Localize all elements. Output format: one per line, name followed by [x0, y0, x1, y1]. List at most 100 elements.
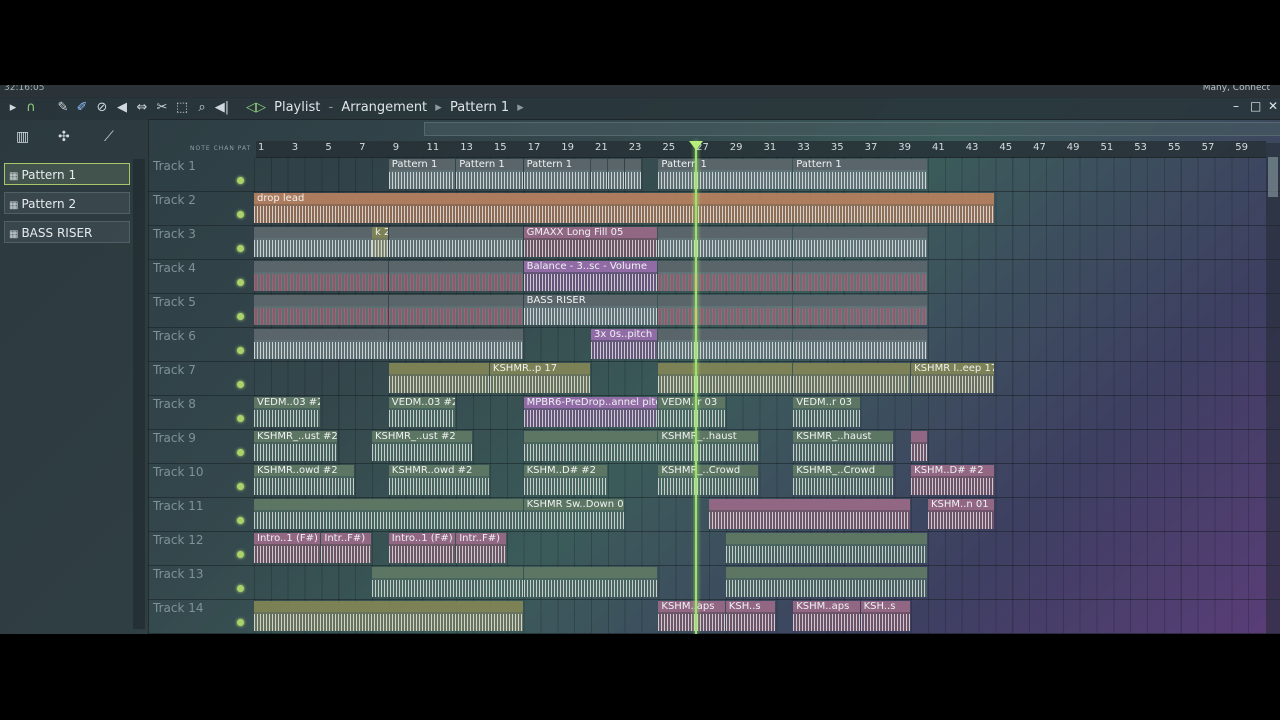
- playlist-clip[interactable]: [254, 227, 388, 257]
- track-label[interactable]: Track 1: [153, 159, 196, 173]
- playlist-clip[interactable]: KSHMR_..ust #2: [254, 431, 338, 461]
- playlist-clip[interactable]: KSHMR I..eep 17: [911, 363, 995, 393]
- track-enable-led[interactable]: [237, 381, 244, 388]
- playlist-clip[interactable]: [254, 295, 388, 325]
- track-enable-led[interactable]: [237, 177, 244, 184]
- song-overview[interactable]: [424, 122, 1280, 136]
- track-lane[interactable]: drop lead: [254, 191, 1264, 225]
- playlist-clip[interactable]: Intr..F#): [456, 533, 506, 563]
- playlist-clip[interactable]: [658, 363, 793, 393]
- track-enable-led[interactable]: [237, 415, 244, 422]
- scrollbar-thumb[interactable]: [1268, 157, 1278, 197]
- playlist-clip[interactable]: BASS RISER: [523, 295, 658, 325]
- pattern-arrow-icon[interactable]: ▸: [517, 100, 524, 115]
- track-lane[interactable]: BASS RISER: [254, 293, 1264, 327]
- playlist-clip[interactable]: [911, 431, 927, 461]
- playlist-clip[interactable]: KSHMR_..haust: [793, 431, 894, 461]
- slip-icon[interactable]: ⇔: [133, 99, 151, 117]
- track-lane[interactable]: Balance - 3..sc - Volume: [254, 259, 1264, 293]
- pattern-item-bass-riser[interactable]: ▦ BASS RISER: [4, 221, 130, 243]
- restore-button[interactable]: □: [1250, 99, 1261, 113]
- playlist-clip[interactable]: KSHMR Sw..Down 01: [523, 499, 624, 529]
- track-lane[interactable]: k 2 GMAXX Long Fill 05: [254, 225, 1264, 259]
- track-label[interactable]: Track 3: [153, 227, 196, 241]
- playlist-clip[interactable]: GMAXX Long Fill 05: [523, 227, 658, 257]
- playlist-clip[interactable]: VEDM..r 03: [658, 397, 725, 427]
- playlist-clip[interactable]: KSHM..D# #2: [911, 465, 995, 495]
- playlist-clip[interactable]: [725, 533, 927, 563]
- track-enable-led[interactable]: [237, 245, 244, 252]
- playlist-clip[interactable]: [607, 159, 624, 189]
- playlist-clip[interactable]: KSHMR..owd #2: [388, 465, 489, 495]
- playlist-clip[interactable]: KSHMR_..Crowd: [793, 465, 894, 495]
- playlist-clip[interactable]: [793, 329, 927, 359]
- track-lane[interactable]: KSHMR..owd #2 KSHMR..owd #2 KSHM..D# #2 KSH…: [254, 463, 1264, 497]
- track-lane[interactable]: KSHM..aps KSH..s KSHM..aps KSH..s: [254, 599, 1264, 633]
- title-pattern[interactable]: Pattern 1: [450, 100, 509, 115]
- track-lane[interactable]: KSHMR..p 17 KSHMR I..eep 17: [254, 361, 1264, 395]
- track-lane[interactable]: 3x 0s..pitch: [254, 327, 1264, 361]
- automation-icon[interactable]: ⟋: [104, 129, 114, 145]
- track-enable-led[interactable]: [237, 619, 244, 626]
- playlist-clip[interactable]: [725, 567, 927, 597]
- playlist-clip[interactable]: [523, 431, 658, 461]
- pattern-item-1[interactable]: ▦ Pattern 1: [4, 163, 130, 185]
- playhead-line[interactable]: [695, 141, 697, 634]
- playlist-clip[interactable]: [388, 329, 523, 359]
- playlist-clip[interactable]: KSHMR_..Crowd: [658, 465, 759, 495]
- picker-tabs[interactable]: NOTE CHAN PAT: [190, 145, 251, 152]
- slice-icon[interactable]: ✂: [153, 99, 171, 117]
- delete-icon[interactable]: ⊘: [93, 99, 111, 117]
- track-lane[interactable]: Pattern 1 Pattern 1 Pattern 1 Pattern 1 Patt…: [254, 157, 1264, 191]
- track-label[interactable]: Track 13: [153, 567, 203, 581]
- track-lane[interactable]: Intro..1 (F#) Intr..F#) Intro..1 (F#) Intr.…: [254, 531, 1264, 565]
- playlist-clip[interactable]: [658, 227, 793, 257]
- playlist-clip[interactable]: [254, 601, 523, 631]
- playlist-clip[interactable]: Pattern 1: [523, 159, 590, 189]
- playlist-clip[interactable]: [388, 295, 523, 325]
- playlist-clip[interactable]: [388, 261, 523, 291]
- playlist-clip[interactable]: [254, 261, 388, 291]
- playlist-clip[interactable]: MPBR6-PreDrop..annel pitch: [523, 397, 658, 427]
- playlist-clip[interactable]: VEDM..03 #2: [254, 397, 321, 427]
- playlist-clip[interactable]: KSH..s: [725, 601, 776, 631]
- playlist-clip[interactable]: Intr..F#): [321, 533, 371, 563]
- playlist-clip[interactable]: drop lead: [254, 193, 995, 223]
- select-icon[interactable]: ⬚: [173, 99, 191, 117]
- playlist-clip[interactable]: KSHMR..owd #2: [254, 465, 355, 495]
- track-label[interactable]: Track 7: [153, 363, 196, 377]
- track-enable-led[interactable]: [237, 483, 244, 490]
- audio-icon[interactable]: ✣: [58, 129, 70, 145]
- track-label[interactable]: Track 8: [153, 397, 196, 411]
- playlist-clip[interactable]: Pattern 1: [658, 159, 793, 189]
- piano-icon[interactable]: ▥: [16, 129, 29, 145]
- playlist-clip[interactable]: [388, 227, 523, 257]
- track-label[interactable]: Track 12: [153, 533, 203, 547]
- playlist-clip[interactable]: VEDM..r 03: [793, 397, 860, 427]
- track-enable-led[interactable]: [237, 449, 244, 456]
- playlist-clip[interactable]: [624, 159, 641, 189]
- playlist-clip[interactable]: Intro..1 (F#): [388, 533, 456, 563]
- track-enable-led[interactable]: [237, 585, 244, 592]
- track-lane[interactable]: KSHMR Sw..Down 01 KSHM..n 01: [254, 497, 1264, 531]
- pencil-icon[interactable]: ✎: [54, 99, 72, 117]
- playlist-clip[interactable]: [793, 227, 927, 257]
- playback-icon[interactable]: ◀|: [213, 99, 231, 117]
- playlist-clip[interactable]: KSHM..aps: [658, 601, 725, 631]
- time-ruler[interactable]: 1 3 5 7 9 11 13 15 17 19 21 23 25 27 29 31 33 35 37 39 41 43 4…: [256, 141, 1266, 158]
- track-enable-led[interactable]: [237, 551, 244, 558]
- track-label[interactable]: Track 9: [153, 431, 196, 445]
- track-lane[interactable]: VEDM..03 #2 VEDM..03 #2 MPBR6-PreDrop..ann…: [254, 395, 1264, 429]
- track-label[interactable]: Track 6: [153, 329, 196, 343]
- track-enable-led[interactable]: [237, 517, 244, 524]
- playlist-clip[interactable]: KSHMR_..haust: [658, 431, 759, 461]
- playlist-clip[interactable]: k 2: [371, 227, 388, 257]
- minimize-button[interactable]: –: [1233, 99, 1239, 113]
- playlist-clip[interactable]: [793, 261, 927, 291]
- playlist-clip[interactable]: Pattern 1: [388, 159, 456, 189]
- paint-icon[interactable]: ✐: [73, 99, 91, 117]
- pattern-item-2[interactable]: ▦ Pattern 2: [4, 192, 130, 214]
- playlist-clip[interactable]: 3x 0s..pitch: [591, 329, 658, 359]
- playlist-clip[interactable]: [591, 159, 607, 189]
- track-label[interactable]: Track 10: [153, 465, 203, 479]
